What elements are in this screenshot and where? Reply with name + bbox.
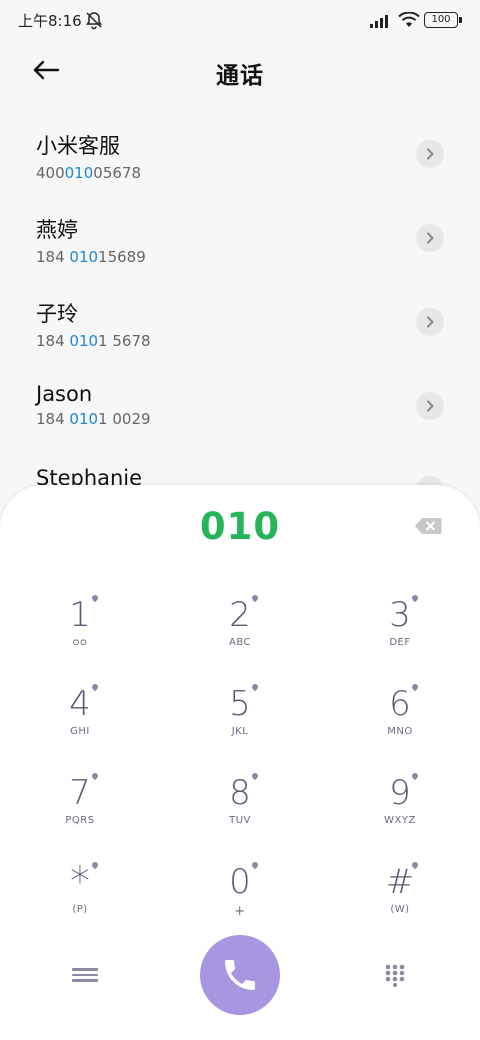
key-letters: TUV bbox=[229, 815, 251, 826]
dialpad-panel: 010 1 ᴑᴑ 2 ABC 3 DEF 4 GHI 5 JKL 6 MNO 7… bbox=[0, 485, 480, 1040]
key-5[interactable]: 5 JKL bbox=[180, 684, 300, 764]
menu-line bbox=[72, 968, 98, 971]
contact-name: 子玲 bbox=[36, 302, 78, 326]
contact-detail-button[interactable] bbox=[416, 392, 444, 420]
mute-bell-icon bbox=[86, 12, 102, 30]
key-star[interactable]: * (P) bbox=[20, 862, 140, 942]
chevron-right-icon bbox=[427, 148, 434, 160]
contact-item[interactable]: 燕婷 184 01015689 bbox=[0, 202, 480, 286]
key-letters: ABC bbox=[228, 637, 251, 648]
menu-button[interactable] bbox=[72, 965, 98, 989]
contact-item[interactable]: 子玲 184 0101 5678 bbox=[0, 286, 480, 370]
contact-number: 184 01015689 bbox=[36, 248, 146, 266]
contact-number: 184 0101 0029 bbox=[36, 410, 151, 428]
contact-number: 40001005678 bbox=[36, 164, 141, 182]
key-1[interactable]: 1 ᴑᴑ bbox=[20, 595, 140, 675]
contact-item[interactable]: Jason 184 0101 0029 bbox=[0, 370, 480, 454]
contact-detail-button[interactable] bbox=[416, 224, 444, 252]
favorite-dot-icon bbox=[92, 595, 98, 601]
key-letters: DEF bbox=[389, 637, 411, 648]
menu-line bbox=[72, 979, 98, 982]
favorite-dot-icon bbox=[92, 862, 98, 868]
key-digit: 2 bbox=[229, 595, 251, 635]
chevron-right-icon bbox=[427, 232, 434, 244]
key-digit: 4 bbox=[69, 684, 91, 724]
key-letters: JKL bbox=[231, 726, 249, 737]
key-letters: GHI bbox=[70, 726, 90, 737]
phone-icon bbox=[225, 960, 255, 990]
key-digit: 8 bbox=[229, 773, 251, 813]
voicemail-icon: ᴑᴑ bbox=[72, 637, 88, 648]
contact-list: 小米客服 40001005678 燕婷 184 01015689 子玲 184 … bbox=[0, 118, 480, 538]
key-3[interactable]: 3 DEF bbox=[340, 595, 460, 675]
key-digit: 5 bbox=[229, 684, 251, 724]
contact-detail-button[interactable] bbox=[416, 140, 444, 168]
key-6[interactable]: 6 MNO bbox=[340, 684, 460, 764]
chevron-right-icon bbox=[427, 316, 434, 328]
favorite-dot-icon bbox=[252, 862, 258, 868]
contact-number: 184 0101 5678 bbox=[36, 332, 151, 350]
favorite-dot-icon bbox=[92, 773, 98, 779]
contact-item[interactable]: 小米客服 40001005678 bbox=[0, 118, 480, 202]
favorite-dot-icon bbox=[412, 595, 418, 601]
status-time: 上午8:16 bbox=[18, 12, 82, 30]
favorite-dot-icon bbox=[252, 684, 258, 690]
dialed-number: 010 bbox=[199, 505, 281, 548]
page-title: 通话 bbox=[216, 63, 264, 89]
dialpad-toggle-icon[interactable] bbox=[384, 963, 406, 987]
key-letters: WXYZ bbox=[384, 815, 416, 826]
key-7[interactable]: 7 PQRS bbox=[20, 773, 140, 853]
favorite-dot-icon bbox=[412, 684, 418, 690]
favorite-dot-icon bbox=[412, 773, 418, 779]
battery-level: 100 bbox=[431, 14, 451, 25]
contact-detail-button[interactable] bbox=[416, 308, 444, 336]
key-digit: 1 bbox=[69, 595, 91, 635]
contact-name: 燕婷 bbox=[36, 218, 78, 242]
key-digit: 3 bbox=[389, 595, 411, 635]
key-letters: MNO bbox=[387, 726, 413, 737]
key-2[interactable]: 2 ABC bbox=[180, 595, 300, 675]
favorite-dot-icon bbox=[92, 684, 98, 690]
key-digit: * bbox=[70, 859, 90, 905]
key-letters: (P) bbox=[72, 904, 88, 915]
key-4[interactable]: 4 GHI bbox=[20, 684, 140, 764]
key-digit: # bbox=[385, 862, 415, 902]
chevron-right-icon bbox=[427, 400, 434, 412]
key-digit: 0 bbox=[229, 862, 251, 902]
favorite-dot-icon bbox=[252, 595, 258, 601]
favorite-dot-icon bbox=[412, 862, 418, 868]
key-digit: 6 bbox=[389, 684, 411, 724]
backspace-icon[interactable] bbox=[414, 517, 442, 535]
call-button[interactable] bbox=[200, 935, 280, 1015]
signal-icon bbox=[370, 15, 388, 28]
contact-name: Jason bbox=[36, 382, 93, 406]
key-8[interactable]: 8 TUV bbox=[180, 773, 300, 853]
key-letters: PQRS bbox=[65, 815, 95, 826]
key-digit: 9 bbox=[389, 773, 411, 813]
favorite-dot-icon bbox=[252, 773, 258, 779]
battery-icon: 100 bbox=[424, 12, 462, 28]
key-0[interactable]: 0 + bbox=[180, 862, 300, 942]
key-digit: 7 bbox=[69, 773, 91, 813]
wifi-icon bbox=[398, 12, 420, 27]
menu-line bbox=[72, 973, 98, 976]
contact-name: 小米客服 bbox=[36, 134, 120, 158]
key-hash[interactable]: # (W) bbox=[340, 862, 460, 942]
key-9[interactable]: 9 WXYZ bbox=[340, 773, 460, 853]
key-letters: + bbox=[234, 904, 246, 919]
header: 通话 bbox=[0, 44, 480, 96]
key-letters: (W) bbox=[390, 904, 410, 915]
status-bar: 上午8:16 100 bbox=[0, 0, 480, 40]
